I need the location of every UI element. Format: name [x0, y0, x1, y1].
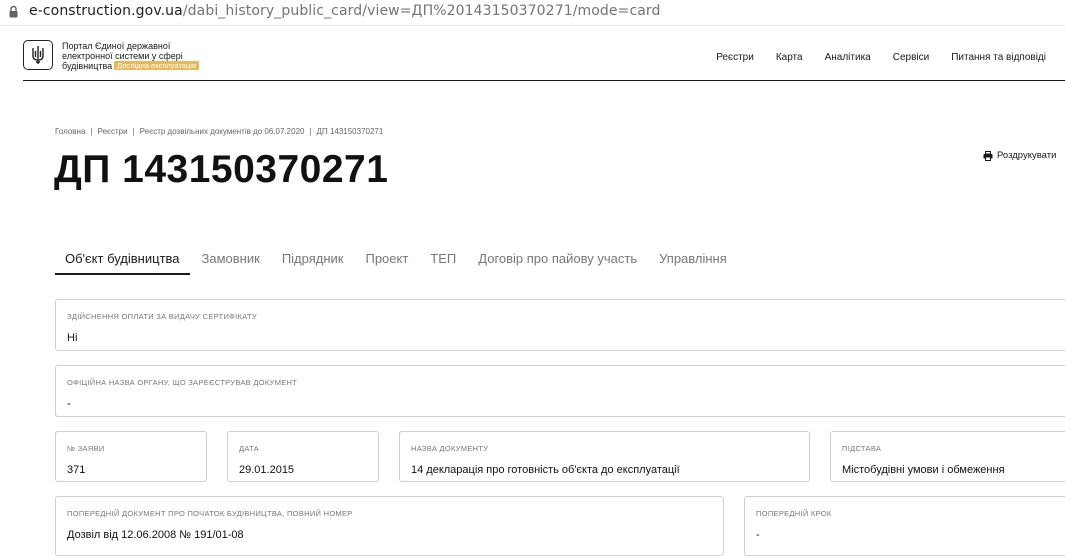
breadcrumb: Головна | Реєстри | Реєстр дозвільних докуме… [55, 127, 383, 136]
main-nav: Реєстри Карта Аналітика Сервіси Питання … [716, 52, 1046, 63]
nav-faq[interactable]: Питання та відповіді [951, 52, 1046, 63]
tab-bar: Об'єкт будівництва Замовник Підрядник Пр… [55, 248, 739, 275]
tab-construction-object[interactable]: Об'єкт будівництва [55, 248, 190, 275]
url-host: e-construction.gov.ua [29, 3, 183, 19]
tab-customer[interactable]: Замовник [192, 248, 270, 275]
field-value: - [67, 398, 71, 410]
field-label: № заяви [67, 444, 105, 453]
field-value: - [756, 529, 760, 541]
field-label: Підстава [842, 444, 882, 453]
field-date: Дата 29.01.2015 [227, 431, 379, 482]
field-organ: Офіційна назва органу, що зареєстрував д… [55, 365, 1065, 417]
field-value: 371 [67, 464, 86, 476]
field-previous-document: Попередній документ про початок будівниц… [55, 496, 724, 556]
portal-name-line1: Портал Єдиної державної [62, 41, 171, 51]
url-path: /dabi_history_public_card/view=ДП%201431… [182, 3, 661, 19]
breadcrumb-registries[interactable]: Реєстри [97, 127, 127, 136]
print-label: Роздрукувати [997, 150, 1057, 161]
lock-icon [9, 5, 18, 18]
tab-management[interactable]: Управління [649, 248, 737, 275]
field-value: Містобудівні умови і обмеження [842, 464, 1005, 476]
nav-services[interactable]: Сервіси [893, 52, 929, 63]
nav-registries[interactable]: Реєстри [716, 52, 754, 63]
field-value: Ні [67, 332, 78, 344]
field-basis: Підстава Містобудівні умови і обмеження [830, 431, 1065, 482]
tab-project[interactable]: Проект [355, 248, 418, 275]
tab-contractor[interactable]: Підрядник [272, 248, 354, 275]
tab-share-agreement[interactable]: Договір про пайову участь [468, 248, 647, 275]
portal-name-line2: електронної системи у сфері [62, 51, 183, 61]
field-label: Назва документу [411, 444, 489, 453]
field-value: 14 декларація про готовність об'єкта до … [411, 464, 680, 476]
field-label: Дата [239, 444, 260, 453]
trident-icon [32, 46, 44, 64]
browser-address-bar[interactable]: e-construction.gov.ua/dabi_history_publi… [0, 0, 1065, 26]
breadcrumb-registry[interactable]: Реєстр дозвільних документів до 06.07.20… [140, 127, 305, 136]
field-label: Офіційна назва органу, що зареєстрував д… [67, 378, 298, 387]
portal-name[interactable]: Портал Єдиної державної електронної сист… [62, 41, 242, 71]
field-application-number: № заяви 371 [55, 431, 207, 482]
field-label: Здійснення оплати за видачу сертифікату [67, 312, 257, 321]
nav-analytics[interactable]: Аналітика [825, 52, 871, 63]
tab-tep[interactable]: ТЕП [420, 248, 466, 275]
breadcrumb-home[interactable]: Головна [55, 127, 85, 136]
breadcrumb-current: ДП 143150370271 [316, 127, 384, 136]
print-button[interactable]: Роздрукувати [983, 150, 1056, 161]
portal-name-line3: будівництва [62, 61, 113, 71]
printer-icon [983, 150, 993, 161]
breadcrumb-separator: | [309, 127, 312, 136]
field-document-name: Назва документу 14 декларація про готовн… [399, 431, 810, 482]
field-previous-step: Попередній крок - [744, 496, 1065, 556]
page-title: ДП 143150370271 [54, 148, 389, 191]
field-label: Попередній крок [756, 509, 832, 518]
field-value: Дозвіл від 12.06.2008 № 191/01-08 [67, 529, 244, 541]
field-value: 29.01.2015 [239, 464, 295, 476]
field-payment: Здійснення оплати за видачу сертифікату … [55, 299, 1065, 351]
breadcrumb-separator: | [90, 127, 93, 136]
trident-logo-icon[interactable] [23, 40, 53, 70]
breadcrumb-separator: | [132, 127, 135, 136]
url-text[interactable]: e-construction.gov.ua/dabi_history_publi… [29, 3, 661, 19]
beta-badge: Дослідна експлуатація [114, 61, 199, 70]
field-label: Попередній документ про початок будівниц… [67, 509, 353, 518]
site-header: Портал Єдиної державної електронної сист… [23, 26, 1065, 81]
nav-map[interactable]: Карта [776, 52, 803, 63]
